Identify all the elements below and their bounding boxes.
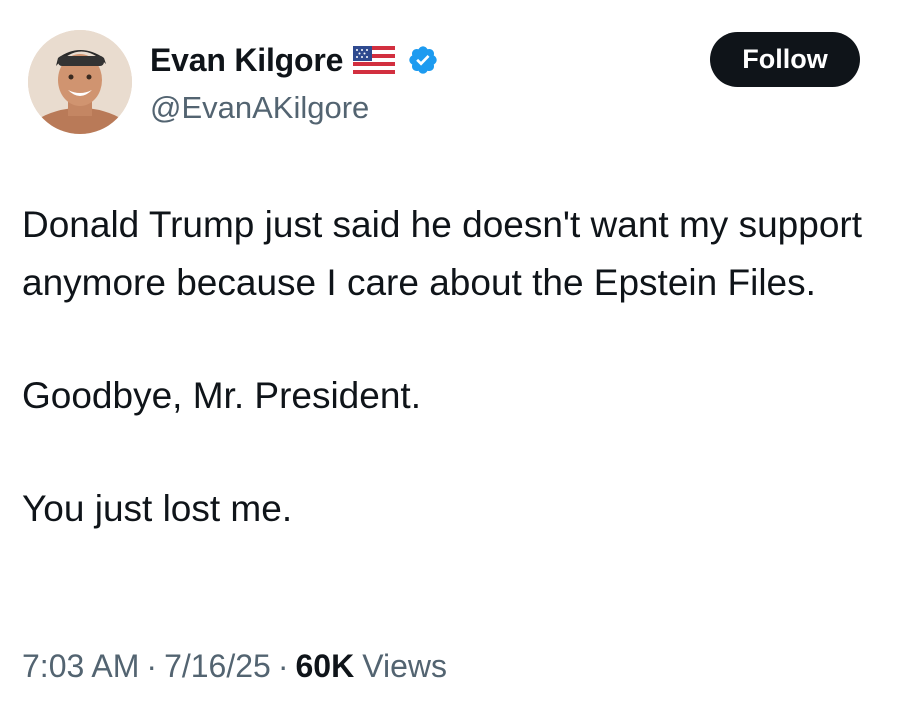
meta-separator: · [277,648,289,684]
views-label[interactable]: Views [362,648,447,685]
display-name[interactable]: Evan Kilgore [150,42,343,79]
tweet-header: Evan Kilgore @EvanAKilgore Follow [28,30,872,140]
name-row: Evan Kilgore [150,40,439,80]
meta-separator: · [146,648,158,684]
tweet-meta: 7:03 AM · 7/16/25 · 60K Views [22,648,447,685]
tweet-paragraph: Goodbye, Mr. President. [22,375,421,416]
tweet-paragraph: You just lost me. [22,488,293,529]
view-count[interactable]: 60K [295,648,354,685]
avatar-image [28,30,132,134]
tweet-card: Evan Kilgore @EvanAKilgore Follow Donald… [0,0,900,708]
tweet-time[interactable]: 7:03 AM [22,648,139,685]
follow-button[interactable]: Follow [710,32,860,87]
tweet-paragraph: Donald Trump just said he doesn't want m… [22,204,862,303]
tweet-text: Donald Trump just said he doesn't want m… [22,196,882,538]
verified-badge-icon[interactable] [407,44,439,76]
avatar[interactable] [28,30,132,134]
user-handle[interactable]: @EvanAKilgore [150,90,369,126]
tweet-date[interactable]: 7/16/25 [164,648,271,685]
us-flag-icon [353,46,396,74]
